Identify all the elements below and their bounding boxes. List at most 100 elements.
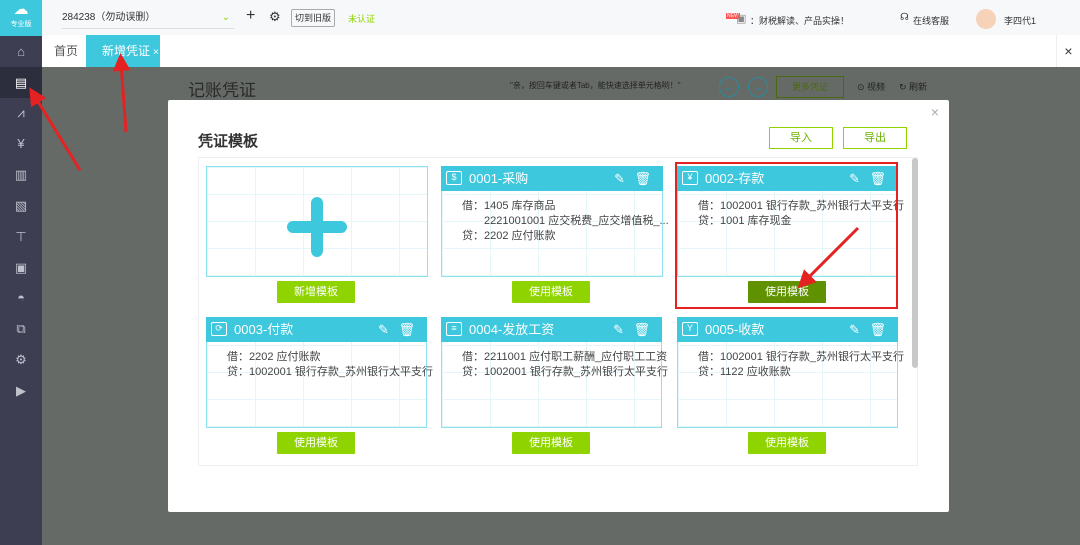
edit-icon[interactable]: ✎ <box>378 317 389 342</box>
sidebar-item-video[interactable]: ▶ <box>0 375 42 406</box>
chart-icon: ⩘ <box>17 105 25 120</box>
use-template-button[interactable]: 使用模板 <box>277 432 355 454</box>
home-icon: ⌂ <box>17 44 25 59</box>
edit-icon[interactable]: ✎ <box>849 317 860 342</box>
scrollbar[interactable] <box>912 158 918 368</box>
template-name: 0004-发放工资 <box>469 322 555 337</box>
voucher-icon: ▤ <box>14 75 28 90</box>
receipt-icon: Y <box>682 322 698 336</box>
tab-new-voucher[interactable]: 新增凭证 × <box>86 35 160 67</box>
sidebar-item-settings[interactable]: ⚙ <box>0 344 42 375</box>
tab-bar: 首页 新增凭证 × × <box>42 35 1080 67</box>
more-vouchers-button[interactable]: 更多凭证 <box>776 76 844 98</box>
template-card: Y 0005-收款 ✎ 🗑 借：1002001 银行存款_苏州银行太平支行 贷：1122… <box>677 317 904 428</box>
highlight-box <box>675 162 898 309</box>
import-button[interactable]: 导入 <box>769 127 833 149</box>
avatar[interactable] <box>976 9 996 29</box>
payment-icon: ⟳ <box>211 322 227 336</box>
template-name: 0003-付款 <box>234 322 294 337</box>
next-voucher-button[interactable]: → <box>748 77 768 97</box>
ledger-icon: ▥ <box>14 167 28 182</box>
sidebar-item-ledger[interactable]: ▥ <box>0 159 42 190</box>
sidebar: ☁ 专业版 ⌂ ▤ ⩘ ¥ ▥ ▧ ⊤ ▣ ◓ ⧉ ⚙ ▶ <box>0 0 42 545</box>
sidebar-item-money[interactable]: ¥ <box>0 128 42 159</box>
template-entries: 借：1002001 银行存款_苏州银行太平支行 贷：1122 应收账款 <box>698 350 904 380</box>
online-service-link[interactable]: 在线客服 <box>913 14 949 27</box>
purchase-icon: $ <box>446 171 462 185</box>
settings-icon[interactable]: ⚙ <box>269 9 281 25</box>
entry-line: 借：2202 应付账款 <box>227 351 321 363</box>
add-account-button[interactable]: + <box>246 7 255 25</box>
use-template-button[interactable]: 使用模板 <box>512 432 590 454</box>
template-entries: 借：1405 库存商品 2221001001 应交税费_应交增值税_... 贷：2… <box>462 199 669 244</box>
refresh-button[interactable]: ↻ 刷新 <box>899 80 927 93</box>
edit-icon[interactable]: ✎ <box>614 166 625 191</box>
assets-icon: ▣ <box>14 260 28 275</box>
template-card: ⟳ 0003-付款 ✎ 🗑 借：2202 应付账款贷：1002001 银行存款_苏州银… <box>206 317 433 428</box>
add-template-button[interactable]: 新增模板 <box>277 281 355 303</box>
template-header: Y 0005-收款 ✎ 🗑 <box>677 317 898 342</box>
invoice-icon: ⊤ <box>15 229 27 244</box>
trash-icon[interactable]: 🗑 <box>398 317 415 342</box>
auth-status[interactable]: 未认证 <box>348 12 375 25</box>
entry-line: 贷：1002001 银行存款_苏州银行太平支行 <box>227 366 433 378</box>
account-name: 284238（勿动误删） <box>62 12 156 23</box>
sidebar-item-chart[interactable]: ⩘ <box>0 97 42 128</box>
template-card: ≡ 0004-发放工资 ✎ 🗑 借：2211001 应付职工薪酬_应付职工工资 贷：10… <box>441 317 668 428</box>
template-name: 0001-采购 <box>469 171 529 186</box>
template-header: ≡ 0004-发放工资 ✎ 🗑 <box>441 317 662 342</box>
export-button[interactable]: 导出 <box>843 127 907 149</box>
prev-voucher-button[interactable]: ← <box>719 77 739 97</box>
hint-text: "亲，按回车键或者Tab，能快速选择单元格哟！" <box>510 81 681 90</box>
video-label: 视频 <box>867 82 886 92</box>
sidebar-item-assets[interactable]: ▣ <box>0 252 42 283</box>
close-all-tabs-button[interactable]: × <box>1056 35 1080 67</box>
entry-line: 借：2211001 应付职工薪酬_应付职工工资 <box>462 351 668 363</box>
tab-label: 新增凭证 <box>102 44 151 58</box>
template-header: ⟳ 0003-付款 ✎ 🗑 <box>206 317 427 342</box>
use-template-button[interactable]: 使用模板 <box>512 281 590 303</box>
template-entries: 借：2202 应付账款贷：1002001 银行存款_苏州银行太平支行 <box>227 350 433 380</box>
trash-icon[interactable]: 🗑 <box>633 317 650 342</box>
account-select[interactable]: 284238（勿动误删） ⌄ <box>62 8 234 29</box>
switch-version-button[interactable]: 切到旧版 <box>291 9 335 27</box>
user-name[interactable]: 李四代1 <box>1004 14 1036 27</box>
entry-line: 2221001001 应交税费_应交增值税_... <box>462 215 669 227</box>
close-icon[interactable]: × <box>153 47 159 58</box>
video-button[interactable]: ⊙ 视频 <box>857 80 885 93</box>
entry-line: 贷：1002001 银行存款_苏州银行太平支行 <box>462 366 668 378</box>
add-template-card[interactable] <box>206 166 428 277</box>
top-bar: 284238（勿动误删） ⌄ + ⚙ 切到旧版 未认证 NEW ▣ ：财税解读、产… <box>42 0 1080 35</box>
salary-icon: ≡ <box>446 322 462 336</box>
tab-home[interactable]: 首页 <box>54 35 78 67</box>
headset-icon: ☊ <box>900 12 909 23</box>
sidebar-item-voucher[interactable]: ▤ <box>0 67 42 98</box>
arrow-tab <box>112 53 131 133</box>
entry-line: 借：1405 库存商品 <box>462 200 556 212</box>
salary-icon: ◓ <box>17 290 25 305</box>
sidebar-item-export[interactable]: ⧉ <box>0 313 42 344</box>
trash-icon[interactable]: 🗑 <box>634 166 651 191</box>
page-title: 记账凭证 <box>188 81 256 100</box>
sidebar-item-salary[interactable]: ◓ <box>0 282 42 313</box>
entry-line: 借：1002001 银行存款_苏州银行太平支行 <box>698 351 904 363</box>
template-header: $0001-采购 ✎ 🗑 <box>441 166 663 191</box>
plus-icon-bar <box>287 221 347 233</box>
modal-close-button[interactable]: × <box>931 104 939 120</box>
use-template-button[interactable]: 使用模板 <box>748 432 826 454</box>
chevron-down-icon: ⌄ <box>221 12 230 23</box>
template-card: $0001-采购 ✎ 🗑 借：1405 库存商品 2221001001 应交税费_应… <box>441 166 669 277</box>
modal-title: 凭证模板 <box>198 133 259 150</box>
sidebar-item-report[interactable]: ▧ <box>0 190 42 221</box>
money-bag-icon: ¥ <box>17 136 25 151</box>
entry-line: 贷：2202 应付账款 <box>462 230 556 242</box>
sidebar-item-invoice[interactable]: ⊤ <box>0 221 42 252</box>
trash-icon[interactable]: 🗑 <box>869 317 886 342</box>
export-icon: ⧉ <box>16 321 26 336</box>
template-name: 0005-收款 <box>705 322 765 337</box>
promo-text[interactable]: ：财税解读、产品实操！ <box>750 14 849 27</box>
edit-icon[interactable]: ✎ <box>613 317 624 342</box>
sidebar-item-home[interactable]: ⌂ <box>0 36 42 67</box>
settings-icon: ⚙ <box>15 352 27 367</box>
logo[interactable]: ☁ 专业版 <box>0 0 42 36</box>
